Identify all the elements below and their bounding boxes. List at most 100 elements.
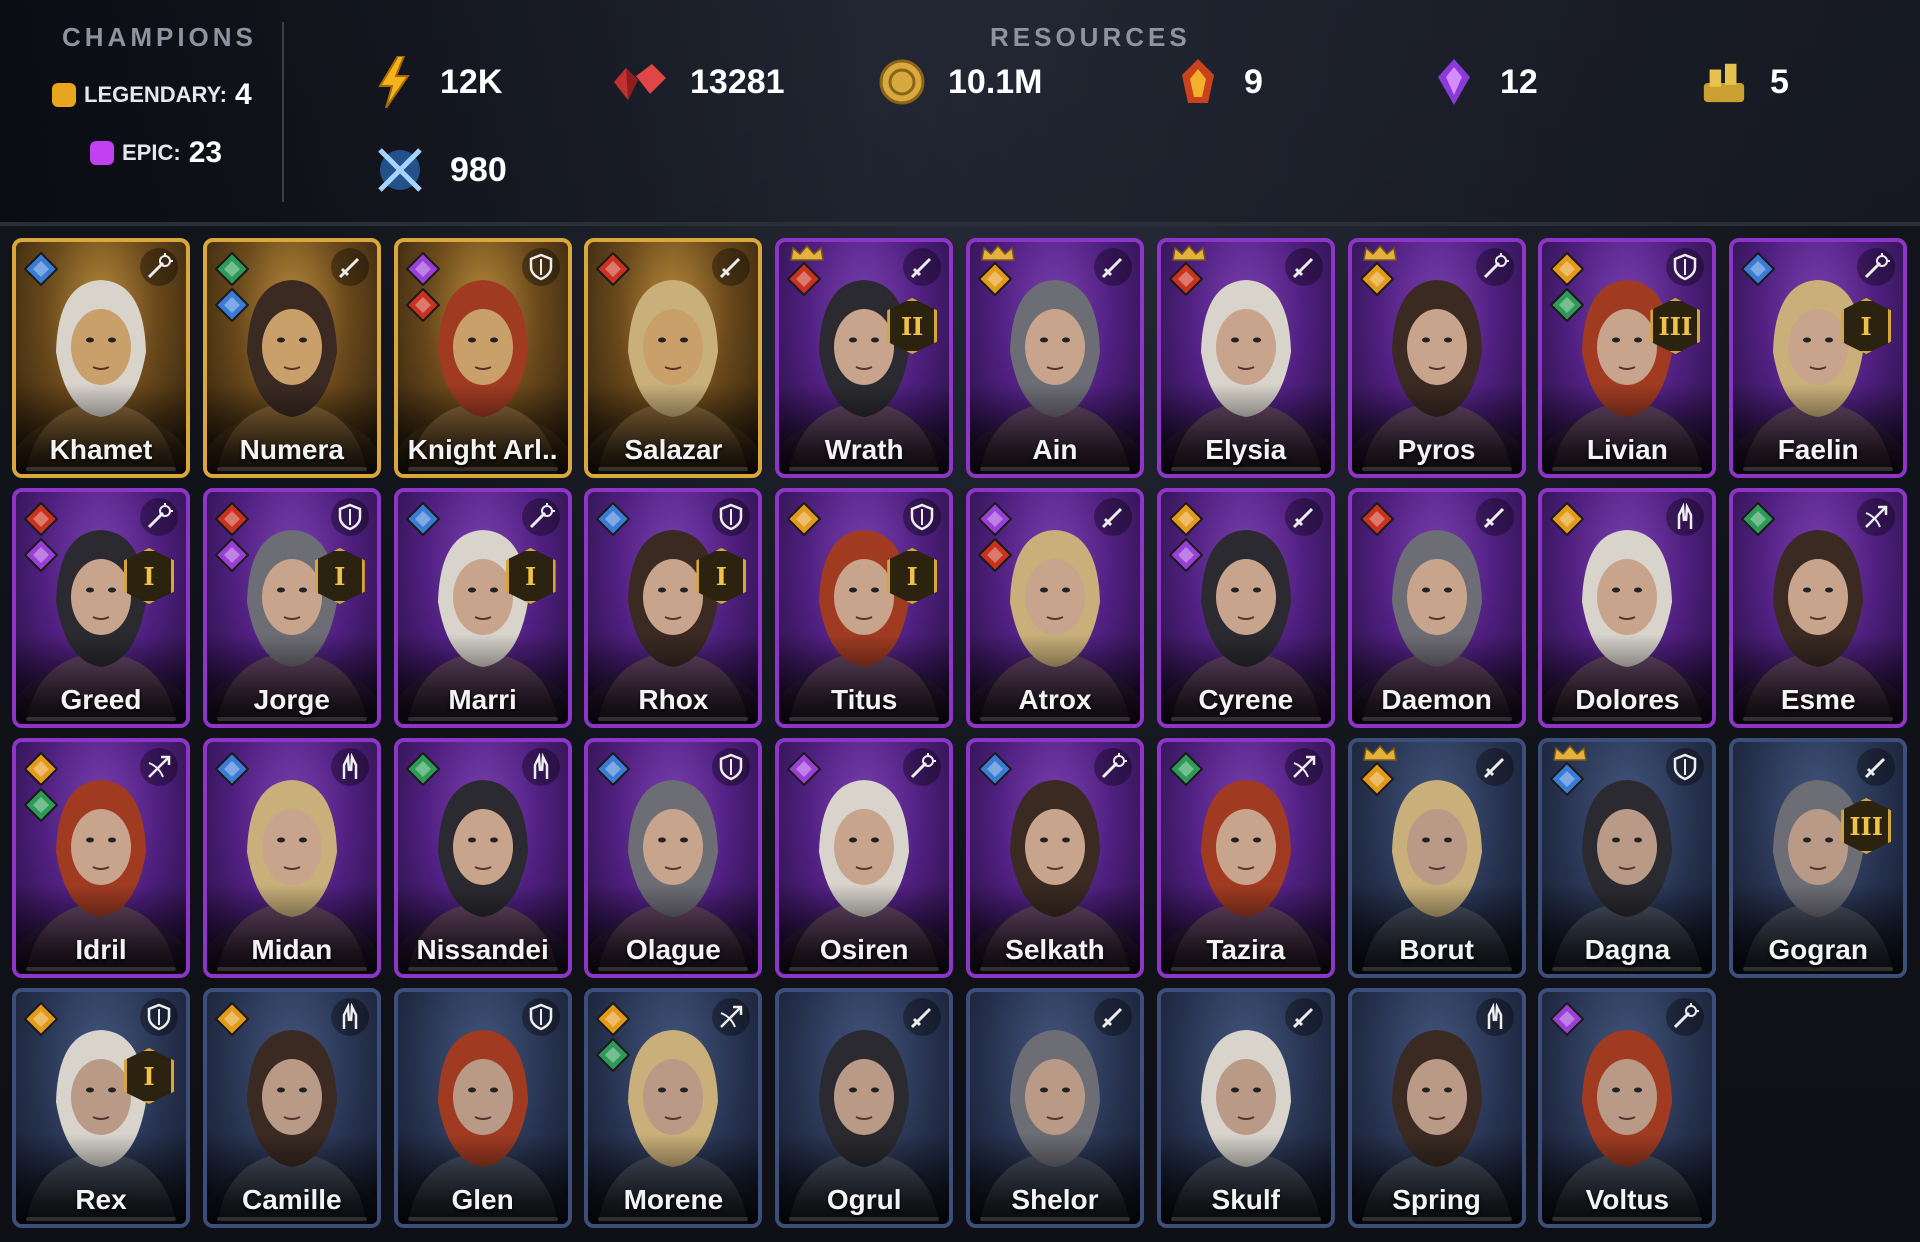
- epic-count: 23: [188, 136, 223, 169]
- champion-card[interactable]: Knight Arl..: [393, 238, 572, 478]
- champion-card[interactable]: Nissandei: [393, 738, 572, 978]
- affinity-orange-icon: [23, 1001, 59, 1037]
- champion-card[interactable]: Ogrul: [775, 988, 954, 1228]
- champion-name: Idril: [75, 934, 127, 965]
- champion-card[interactable]: Skulf: [1156, 988, 1335, 1228]
- champion-card[interactable]: Morene: [584, 988, 763, 1228]
- resource-rubies: 13281: [610, 58, 785, 106]
- champion-card[interactable]: Elysia: [1156, 238, 1335, 478]
- champion-name: Faelin: [1777, 434, 1859, 465]
- resource-energy: 12K: [370, 56, 502, 108]
- shield-icon: [521, 248, 560, 286]
- champion-card[interactable]: Ain: [965, 238, 1144, 478]
- affinity-orange-icon: [1549, 501, 1585, 537]
- champion-card[interactable]: Idril: [12, 738, 190, 978]
- bow-arrow-icon: [140, 748, 178, 786]
- champion-card[interactable]: Osiren: [775, 738, 954, 978]
- champion-card[interactable]: Khamet: [12, 238, 190, 478]
- champion-card[interactable]: I Rhox: [584, 488, 763, 728]
- sword-icon: [1857, 748, 1896, 786]
- name-underline: [216, 717, 367, 721]
- staff-icon: [1093, 748, 1132, 786]
- affinity-orange-icon: [23, 751, 59, 787]
- champion-card[interactable]: Voltus: [1538, 988, 1717, 1228]
- name-underline: [1743, 717, 1894, 721]
- affinity-purple-icon: [1549, 1001, 1585, 1037]
- name-underline: [979, 717, 1130, 721]
- affinity-orange-icon: [786, 501, 822, 537]
- champion-card[interactable]: Cyrene: [1156, 488, 1335, 728]
- staff-icon: [140, 498, 178, 536]
- champion-card[interactable]: Olague: [584, 738, 763, 978]
- champion-card[interactable]: I Titus: [775, 488, 954, 728]
- champion-card[interactable]: Glen: [393, 988, 572, 1228]
- shield-icon: [1666, 248, 1705, 286]
- champion-name: Midan: [251, 934, 333, 965]
- champion-card[interactable]: Atrox: [965, 488, 1144, 728]
- champion-card[interactable]: Dagna: [1538, 738, 1717, 978]
- champion-card[interactable]: Shelor: [965, 988, 1144, 1228]
- champion-card[interactable]: Pyros: [1347, 238, 1526, 478]
- champion-name: Cyrene: [1198, 684, 1294, 715]
- champion-card[interactable]: Borut: [1347, 738, 1526, 978]
- ruby-gems-icon: [610, 58, 668, 106]
- champion-card[interactable]: III Livian: [1538, 238, 1717, 478]
- name-underline: [407, 467, 558, 471]
- champion-card[interactable]: Tazira: [1156, 738, 1335, 978]
- staff-icon: [1857, 248, 1896, 286]
- champion-name: Greed: [60, 684, 142, 715]
- sword-icon: [1475, 748, 1514, 786]
- champion-card[interactable]: II Wrath: [775, 238, 954, 478]
- champion-card[interactable]: III Gogran: [1729, 738, 1908, 978]
- resource-value: 9: [1244, 62, 1263, 101]
- champion-name: Salazar: [624, 434, 723, 465]
- prayer-hands-icon: [1475, 998, 1514, 1036]
- champion-card[interactable]: Camille: [202, 988, 381, 1228]
- shield-icon: [903, 498, 942, 536]
- champion-card[interactable]: Salazar: [584, 238, 763, 478]
- resource-value: 10.1M: [948, 62, 1043, 101]
- affinity-orange-icon: [1549, 251, 1585, 287]
- name-underline: [26, 467, 176, 471]
- name-underline: [598, 967, 749, 971]
- prayer-hands-icon: [521, 748, 560, 786]
- champion-card[interactable]: I Greed: [12, 488, 190, 728]
- shield-icon: [140, 998, 178, 1036]
- champion-card[interactable]: Spring: [1347, 988, 1526, 1228]
- champion-card[interactable]: I Jorge: [202, 488, 381, 728]
- champion-collection-screen: CHAMPIONS LEGENDARY: 4 EPIC: 23 RESOURCE…: [0, 0, 1920, 1242]
- champion-name: Pyros: [1397, 434, 1476, 465]
- champion-name: Spring: [1392, 1184, 1481, 1215]
- champion-card[interactable]: Selkath: [965, 738, 1144, 978]
- name-underline: [1743, 467, 1894, 471]
- champion-name: Esme: [1780, 684, 1856, 715]
- champion-name: Camille: [241, 1184, 342, 1215]
- resource-value: 13281: [690, 62, 785, 101]
- header-bar: CHAMPIONS LEGENDARY: 4 EPIC: 23 RESOURCE…: [0, 0, 1920, 226]
- champion-card[interactable]: Daemon: [1347, 488, 1526, 728]
- champion-card[interactable]: I Faelin: [1729, 238, 1908, 478]
- name-underline: [1170, 967, 1321, 971]
- champion-card[interactable]: I Marri: [393, 488, 572, 728]
- affinity-blue-icon: [214, 751, 250, 787]
- champion-card[interactable]: Midan: [202, 738, 381, 978]
- epic-dot-icon: [90, 141, 114, 165]
- name-underline: [789, 967, 940, 971]
- champion-name: Rhox: [638, 684, 709, 715]
- champions-summary: CHAMPIONS LEGENDARY: 4 EPIC: 23: [0, 0, 282, 205]
- affinity-red-icon: [595, 251, 631, 287]
- name-underline: [598, 1217, 749, 1221]
- affinity-blue-icon: [405, 501, 441, 537]
- legendary-count-row: LEGENDARY: 4: [52, 78, 252, 112]
- champion-card[interactable]: Esme: [1729, 488, 1908, 728]
- affinity-orange-icon: [1359, 261, 1394, 297]
- champion-name: Wrath: [824, 434, 904, 465]
- champion-card[interactable]: Dolores: [1538, 488, 1717, 728]
- champion-card[interactable]: Numera: [202, 238, 381, 478]
- champion-name: Ain: [1032, 434, 1078, 465]
- affinity-blue-icon: [595, 501, 631, 537]
- shield-icon: [712, 498, 751, 536]
- name-underline: [598, 467, 749, 471]
- affinity-purple-icon: [977, 501, 1013, 537]
- champion-card[interactable]: I Rex: [12, 988, 190, 1228]
